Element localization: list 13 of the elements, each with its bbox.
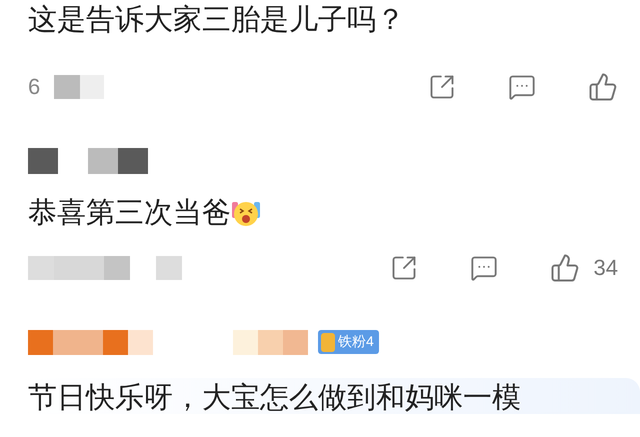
comment-text: 这是告诉大家三胎是儿子吗？ — [28, 4, 405, 36]
fan-badge: 铁粉4 — [318, 330, 379, 354]
like-icon[interactable] — [588, 72, 618, 102]
comment-time: 6 — [28, 74, 40, 100]
comment-icon[interactable] — [470, 254, 498, 282]
comment-text: 节日快乐呀，大宝怎么做到和妈咪一模 — [28, 382, 521, 414]
share-icon[interactable] — [390, 254, 418, 282]
comment-icon[interactable] — [508, 73, 536, 101]
comment-text: 恭喜第三次当爸 — [28, 197, 231, 229]
like-count: 34 — [594, 255, 618, 281]
like-icon[interactable] — [550, 253, 580, 283]
fan-level-icon — [320, 331, 336, 353]
share-icon[interactable] — [428, 73, 456, 101]
